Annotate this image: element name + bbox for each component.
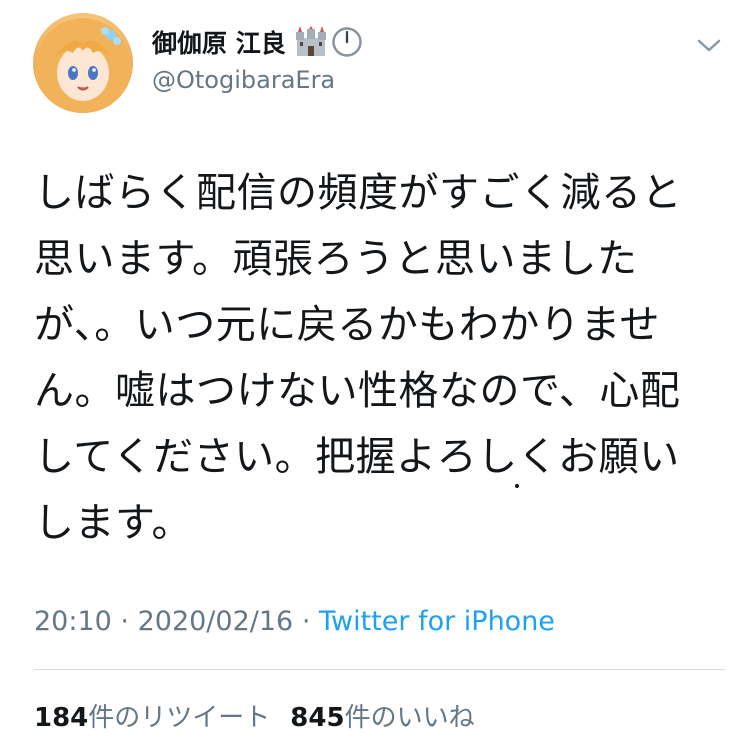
avatar[interactable] xyxy=(33,13,133,113)
tweet-stats: 184件のリツイート 845件のいいね xyxy=(34,697,475,734)
stray-dot xyxy=(515,484,519,488)
likes-label: 件のいいね xyxy=(344,703,475,733)
tweet-text-line: しばらく配信の頻度がすごく減ると xyxy=(34,170,682,216)
clock-emoji-icon xyxy=(331,27,362,57)
meta-separator: · xyxy=(120,606,129,637)
chevron-down-icon[interactable] xyxy=(694,36,724,56)
likes-stat[interactable]: 845件のいいね xyxy=(290,703,474,733)
tweet-meta: 20:10 · 2020/02/16 · Twitter for iPhone xyxy=(34,606,555,637)
tweet-text-line: してください。把握よろしくお願い xyxy=(34,434,680,480)
retweets-label: 件のリツイート xyxy=(88,703,271,733)
tweet-source-link[interactable]: Twitter for iPhone xyxy=(319,606,555,637)
tweet-text-line: します。 xyxy=(34,500,192,546)
likes-count: 845 xyxy=(290,703,345,733)
castle-emoji-icon xyxy=(294,26,328,58)
retweets-count: 184 xyxy=(34,703,89,733)
retweets-stat[interactable]: 184件のリツイート xyxy=(34,703,270,733)
author-handle[interactable]: @OtogibaraEra xyxy=(152,66,335,94)
tweet-text-line: ん。嘘はつけない性格なので、心配 xyxy=(34,368,681,414)
tweet-time[interactable]: 20:10 xyxy=(34,606,112,637)
meta-separator: · xyxy=(301,606,311,637)
tweet-text-line: 思います。頑張ろうと思いました xyxy=(34,236,638,282)
tweet-text-line: が、。いつ元に戻るかもわかりませ xyxy=(34,302,660,348)
display-name[interactable]: 御伽原 江良 xyxy=(152,24,286,60)
tweet-date[interactable]: 2020/02/16 xyxy=(138,606,294,637)
divider xyxy=(34,669,725,670)
tweet-text: しばらく配信の頻度がすごく減ると 思います。頑張ろうと思いました が、。いつ元に… xyxy=(34,160,724,556)
author-name-row[interactable]: 御伽原 江良 xyxy=(152,22,362,62)
